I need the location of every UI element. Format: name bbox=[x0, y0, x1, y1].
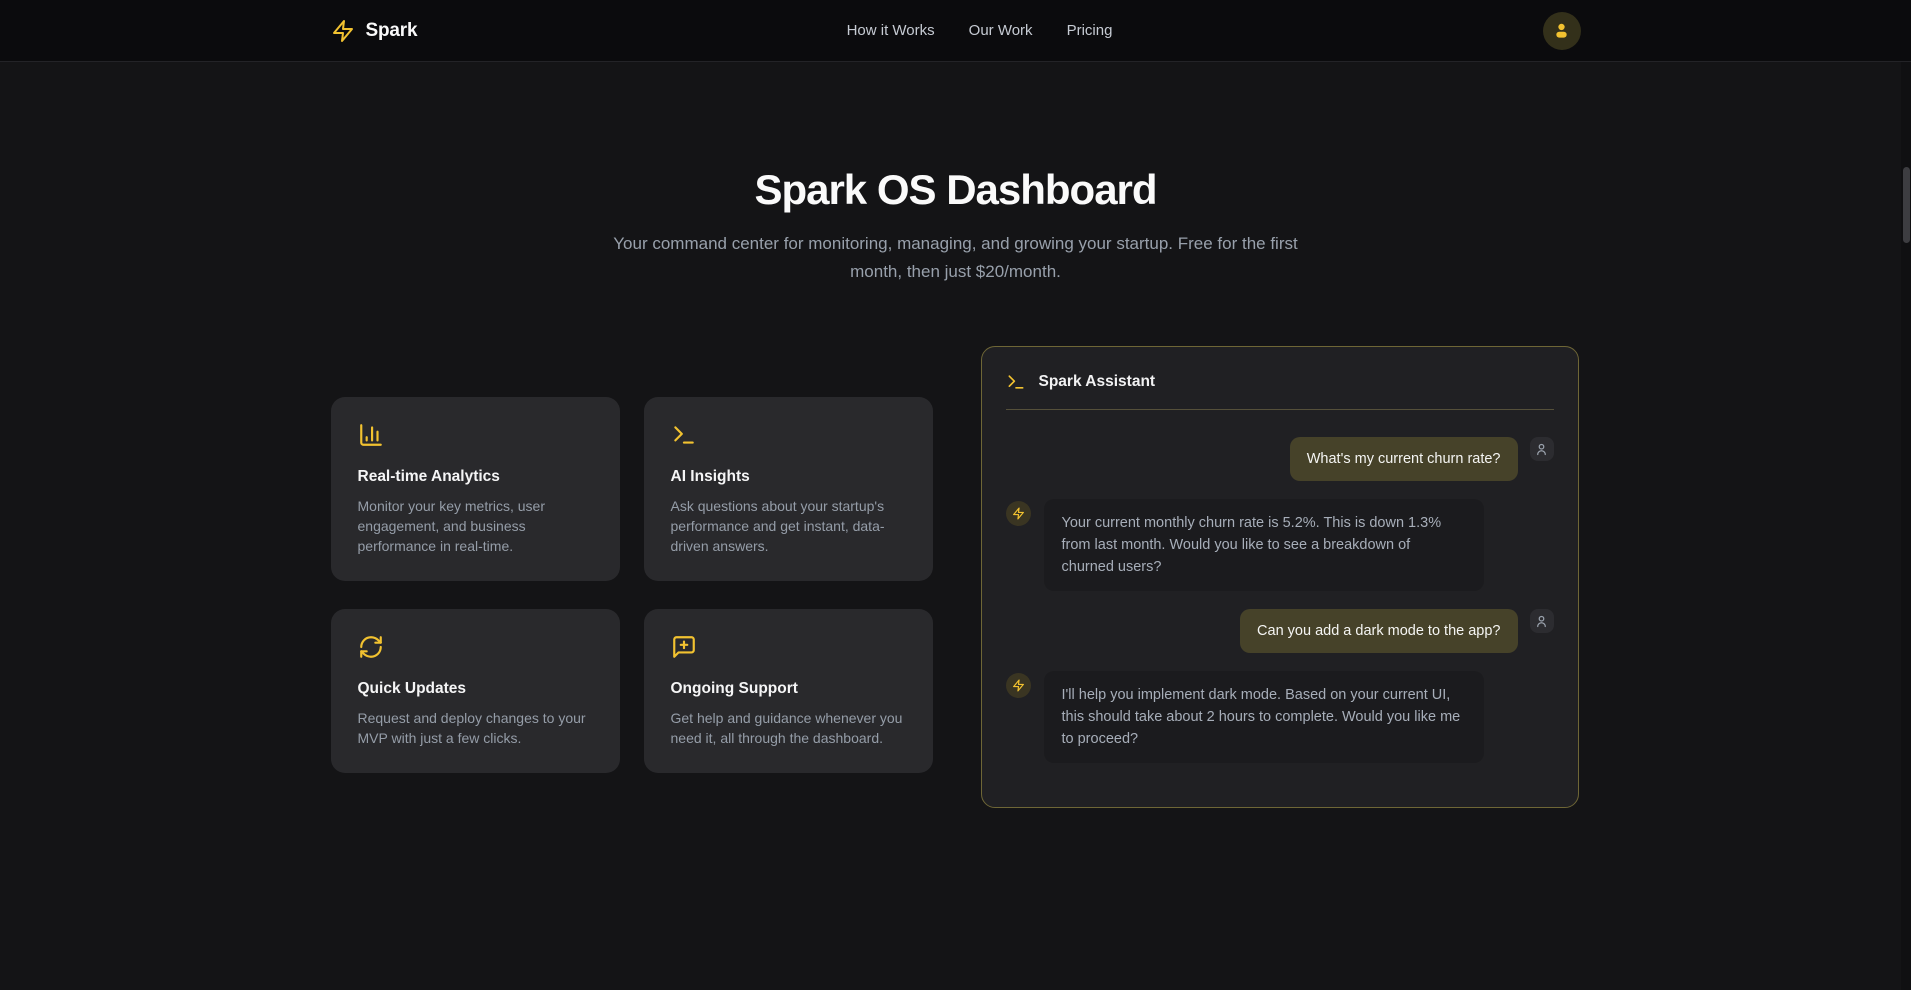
message-square-plus-icon bbox=[671, 634, 697, 660]
feature-card-title: Ongoing Support bbox=[671, 680, 906, 698]
assistant-avatar bbox=[1006, 501, 1031, 526]
feature-card-grid: Real-time Analytics Monitor your key met… bbox=[331, 397, 933, 773]
feature-card-ongoing-support: Ongoing Support Get help and guidance wh… bbox=[644, 609, 933, 773]
top-nav-bar: Spark How it Works Our Work Pricing bbox=[0, 0, 1911, 62]
terminal-icon bbox=[671, 422, 697, 448]
scrollbar-thumb[interactable] bbox=[1903, 167, 1910, 243]
page-title: Spark OS Dashboard bbox=[0, 166, 1911, 214]
feature-card-quick-updates: Quick Updates Request and deploy changes… bbox=[331, 609, 620, 773]
hero-subtitle: Your command center for monitoring, mana… bbox=[603, 230, 1308, 286]
zap-icon bbox=[331, 19, 355, 43]
page: Spark How it Works Our Work Pricing Spar… bbox=[0, 0, 1911, 990]
main-nav: How it Works Our Work Pricing bbox=[847, 0, 1113, 61]
feature-card-title: AI Insights bbox=[671, 468, 906, 486]
nav-item-how-it-works[interactable]: How it Works bbox=[847, 22, 935, 39]
spark-assistant-panel: Spark Assistant What's my current churn … bbox=[981, 346, 1579, 808]
feature-card-title: Quick Updates bbox=[358, 680, 593, 698]
feature-card-description: Monitor your key metrics, user engagemen… bbox=[358, 496, 593, 556]
scrollbar-track[interactable] bbox=[1901, 0, 1911, 990]
user-message-bubble: What's my current churn rate? bbox=[1290, 437, 1518, 481]
assistant-message-bubble: Your current monthly churn rate is 5.2%.… bbox=[1044, 499, 1484, 591]
zap-icon bbox=[1012, 679, 1025, 692]
bar-chart-icon bbox=[358, 422, 384, 448]
feature-card-real-time-analytics: Real-time Analytics Monitor your key met… bbox=[331, 397, 620, 581]
brand-name: Spark bbox=[366, 20, 418, 42]
chat-message-assistant: Your current monthly churn rate is 5.2%.… bbox=[1006, 499, 1554, 591]
feature-card-ai-insights: AI Insights Ask questions about your sta… bbox=[644, 397, 933, 581]
user-icon bbox=[1534, 614, 1549, 629]
chat-message-user: Can you add a dark mode to the app? bbox=[1006, 609, 1554, 653]
feature-card-description: Get help and guidance whenever you need … bbox=[671, 708, 906, 748]
terminal-icon bbox=[1006, 372, 1026, 392]
nav-item-our-work[interactable]: Our Work bbox=[969, 22, 1033, 39]
chat-message-assistant: I'll help you implement dark mode. Based… bbox=[1006, 671, 1554, 763]
chat-message-user: What's my current churn rate? bbox=[1006, 437, 1554, 481]
assistant-panel-header: Spark Assistant bbox=[1006, 372, 1554, 392]
assistant-panel-title: Spark Assistant bbox=[1039, 373, 1156, 391]
feature-card-title: Real-time Analytics bbox=[358, 468, 593, 486]
panel-divider bbox=[1006, 409, 1554, 410]
user-avatar bbox=[1530, 609, 1554, 633]
user-icon bbox=[1552, 21, 1571, 40]
zap-icon bbox=[1012, 507, 1025, 520]
user-icon bbox=[1534, 442, 1549, 457]
refresh-icon bbox=[358, 634, 384, 660]
account-avatar-button[interactable] bbox=[1543, 12, 1581, 50]
assistant-avatar bbox=[1006, 673, 1031, 698]
assistant-message-bubble: I'll help you implement dark mode. Based… bbox=[1044, 671, 1484, 763]
main-content: Spark OS Dashboard Your command center f… bbox=[0, 166, 1911, 808]
feature-card-description: Ask questions about your startup's perfo… bbox=[671, 496, 906, 556]
feature-card-description: Request and deploy changes to your MVP w… bbox=[358, 708, 593, 748]
brand-logo[interactable]: Spark bbox=[331, 19, 418, 43]
chat-message-list: What's my current churn rate? Your curre… bbox=[1006, 437, 1554, 763]
nav-item-pricing[interactable]: Pricing bbox=[1067, 22, 1113, 39]
user-avatar bbox=[1530, 437, 1554, 461]
user-message-bubble: Can you add a dark mode to the app? bbox=[1240, 609, 1517, 653]
